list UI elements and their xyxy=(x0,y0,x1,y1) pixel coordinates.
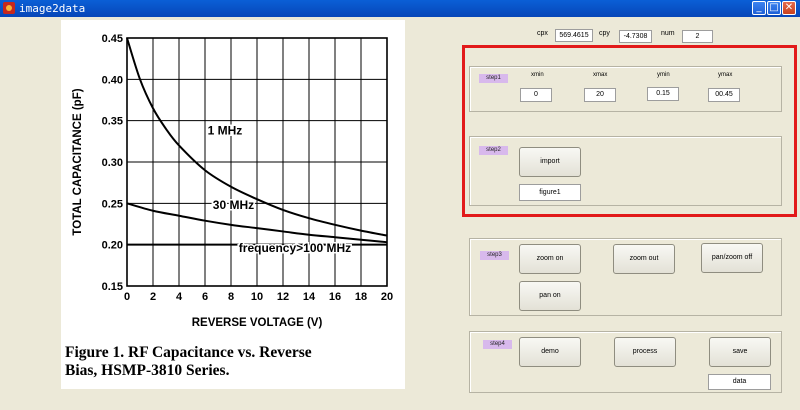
x-tick-label: 16 xyxy=(329,291,341,303)
capacitance-chart: 0 2 4 6 8 10 12 14 16 18 20 0.15 0.20 0.25 0.30 0.35 0.4… xyxy=(65,33,393,379)
pan-zoom-off-button[interactable]: pan/zoom off xyxy=(701,243,763,273)
x-tick-label: 0 xyxy=(124,291,130,303)
num-field[interactable]: 2 xyxy=(682,30,713,43)
zoom-out-button[interactable]: zoom out xyxy=(613,244,675,274)
highlight-frame xyxy=(462,45,797,217)
step3-tag: step3 xyxy=(480,251,509,260)
y-tick-label: 0.30 xyxy=(102,157,123,169)
y-tick-label: 0.45 xyxy=(102,33,123,45)
y-tick-label: 0.15 xyxy=(102,281,123,293)
x-tick-label: 6 xyxy=(202,291,208,303)
x-tick-label: 12 xyxy=(277,291,289,303)
x-tick-label: 14 xyxy=(303,291,316,303)
process-button[interactable]: process xyxy=(614,337,676,367)
figure-caption-line1: Figure 1. RF Capacitance vs. Reverse xyxy=(65,344,312,361)
zoom-on-button[interactable]: zoom on xyxy=(519,244,581,274)
demo-button[interactable]: demo xyxy=(519,337,581,367)
app-window: image2data _ □ ✕ 0 2 4 6 8 10 12 14 16 18 20 0.15 0.… xyxy=(0,0,800,410)
x-tick-label: 20 xyxy=(381,291,393,303)
close-button[interactable]: ✕ xyxy=(782,1,796,15)
y-tick-label: 0.40 xyxy=(102,74,123,86)
window-title: image2data xyxy=(19,2,86,15)
minimize-button[interactable]: _ xyxy=(752,1,766,15)
series-label: 30 MHz xyxy=(213,198,254,212)
y-tick-label: 0.20 xyxy=(102,240,123,252)
num-label: num xyxy=(661,30,675,37)
x-axis-label: REVERSE VOLTAGE (V) xyxy=(192,317,323,329)
x-tick-label: 18 xyxy=(355,291,367,303)
data-field[interactable]: data xyxy=(708,374,771,390)
cpx-label: cpx xyxy=(537,30,548,37)
title-bar: image2data _ □ ✕ xyxy=(0,0,800,17)
pan-on-button[interactable]: pan on xyxy=(519,281,581,311)
y-tick-label: 0.25 xyxy=(102,198,123,210)
series-label: 1 MHz xyxy=(208,124,243,138)
x-tick-label: 4 xyxy=(176,291,183,303)
figure-caption-line2: Bias, HSMP-3810 Series. xyxy=(65,362,230,379)
maximize-button[interactable]: □ xyxy=(767,1,781,15)
y-axis-label: TOTAL CAPACITANCE (pF) xyxy=(72,88,84,235)
save-button[interactable]: save xyxy=(709,337,771,367)
x-tick-label: 2 xyxy=(150,291,156,303)
step4-tag: step4 xyxy=(483,340,512,349)
cpy-field[interactable]: -4.7308 xyxy=(619,30,652,43)
x-tick-label: 8 xyxy=(228,291,234,303)
image-panel[interactable]: 0 2 4 6 8 10 12 14 16 18 20 0.15 0.20 0.25 0.30 0.35 0.4… xyxy=(61,20,405,389)
series-label: frequency>100 MHz xyxy=(239,241,351,255)
x-tick-label: 10 xyxy=(251,291,263,303)
cpx-field[interactable]: 569.4615 xyxy=(555,29,593,42)
matlab-icon xyxy=(3,2,15,14)
y-tick-label: 0.35 xyxy=(102,116,123,128)
cpy-label: cpy xyxy=(599,30,610,37)
